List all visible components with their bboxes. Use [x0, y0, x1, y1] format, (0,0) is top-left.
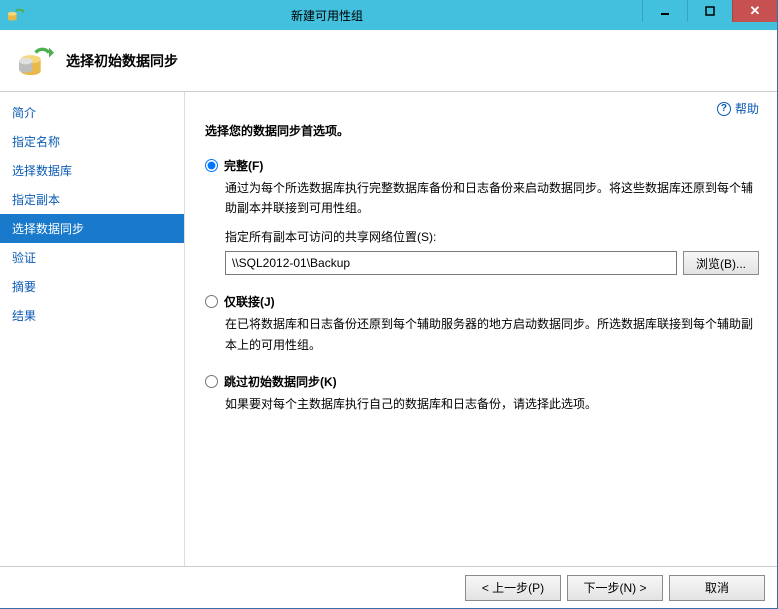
cancel-button[interactable]: 取消: [669, 575, 765, 601]
help-label: 帮助: [735, 100, 759, 117]
radio-full-label: 完整(F): [224, 157, 263, 174]
radio-skip-row[interactable]: 跳过初始数据同步(K): [205, 373, 759, 390]
sidebar-item-select-db[interactable]: 选择数据库: [0, 156, 184, 185]
window-controls: ✕: [642, 0, 777, 30]
close-button[interactable]: ✕: [732, 0, 777, 22]
option-join: 仅联接(J) 在已将数据库和日志备份还原到每个辅助服务器的地方启动数据同步。所选…: [205, 293, 759, 355]
next-button[interactable]: 下一步(N) >: [567, 575, 663, 601]
titlebar: 新建可用性组 ✕: [0, 0, 777, 30]
header-icon: [14, 41, 54, 81]
help-link[interactable]: ? 帮助: [717, 100, 759, 117]
minimize-button[interactable]: [642, 0, 687, 22]
radio-join[interactable]: [205, 295, 218, 308]
maximize-button[interactable]: [687, 0, 732, 22]
sidebar-item-select-sync[interactable]: 选择数据同步: [0, 214, 184, 243]
header-panel: 选择初始数据同步: [0, 30, 777, 92]
option-full: 完整(F) 通过为每个所选数据库执行完整数据库备份和日志备份来启动数据同步。将这…: [205, 157, 759, 275]
sidebar-item-summary[interactable]: 摘要: [0, 272, 184, 301]
maximize-icon: [705, 6, 715, 16]
sidebar-item-specify-name[interactable]: 指定名称: [0, 127, 184, 156]
prev-button[interactable]: < 上一步(P): [465, 575, 561, 601]
radio-join-row[interactable]: 仅联接(J): [205, 293, 759, 310]
skip-desc: 如果要对每个主数据库执行自己的数据库和日志备份，请选择此选项。: [225, 394, 759, 414]
sidebar: 简介 指定名称 选择数据库 指定副本 选择数据同步 验证 摘要 结果: [0, 92, 185, 566]
sidebar-item-result[interactable]: 结果: [0, 301, 184, 330]
radio-skip-label: 跳过初始数据同步(K): [224, 373, 337, 390]
radio-skip[interactable]: [205, 375, 218, 388]
help-icon: ?: [717, 102, 731, 116]
join-desc: 在已将数据库和日志备份还原到每个辅助服务器的地方启动数据同步。所选数据库联接到每…: [225, 314, 759, 355]
path-label: 指定所有副本可访问的共享网络位置(S):: [225, 227, 759, 247]
content-pane: ? 帮助 选择您的数据同步首选项。 完整(F) 通过为每个所选数据库执行完整数据…: [185, 92, 777, 566]
minimize-icon: [660, 6, 670, 16]
radio-join-label: 仅联接(J): [224, 293, 275, 310]
footer: < 上一步(P) 下一步(N) > 取消: [0, 566, 777, 608]
window-title: 新建可用性组: [32, 7, 642, 24]
sidebar-item-validate[interactable]: 验证: [0, 243, 184, 272]
app-icon: [6, 5, 26, 25]
instruction-text: 选择您的数据同步首选项。: [205, 122, 759, 139]
page-title: 选择初始数据同步: [66, 51, 178, 71]
browse-button[interactable]: 浏览(B)...: [683, 251, 759, 275]
full-desc: 通过为每个所选数据库执行完整数据库备份和日志备份来启动数据同步。将这些数据库还原…: [225, 178, 759, 219]
radio-full[interactable]: [205, 159, 218, 172]
wizard-window: 新建可用性组 ✕ 选择初始数据同步 简介: [0, 0, 778, 609]
option-skip: 跳过初始数据同步(K) 如果要对每个主数据库执行自己的数据库和日志备份，请选择此…: [205, 373, 759, 414]
network-path-input[interactable]: [225, 251, 677, 275]
main-area: 简介 指定名称 选择数据库 指定副本 选择数据同步 验证 摘要 结果 ? 帮助 …: [0, 92, 777, 566]
radio-full-row[interactable]: 完整(F): [205, 157, 759, 174]
sidebar-item-specify-rep[interactable]: 指定副本: [0, 185, 184, 214]
close-icon: ✕: [750, 3, 761, 19]
sidebar-item-intro[interactable]: 简介: [0, 98, 184, 127]
